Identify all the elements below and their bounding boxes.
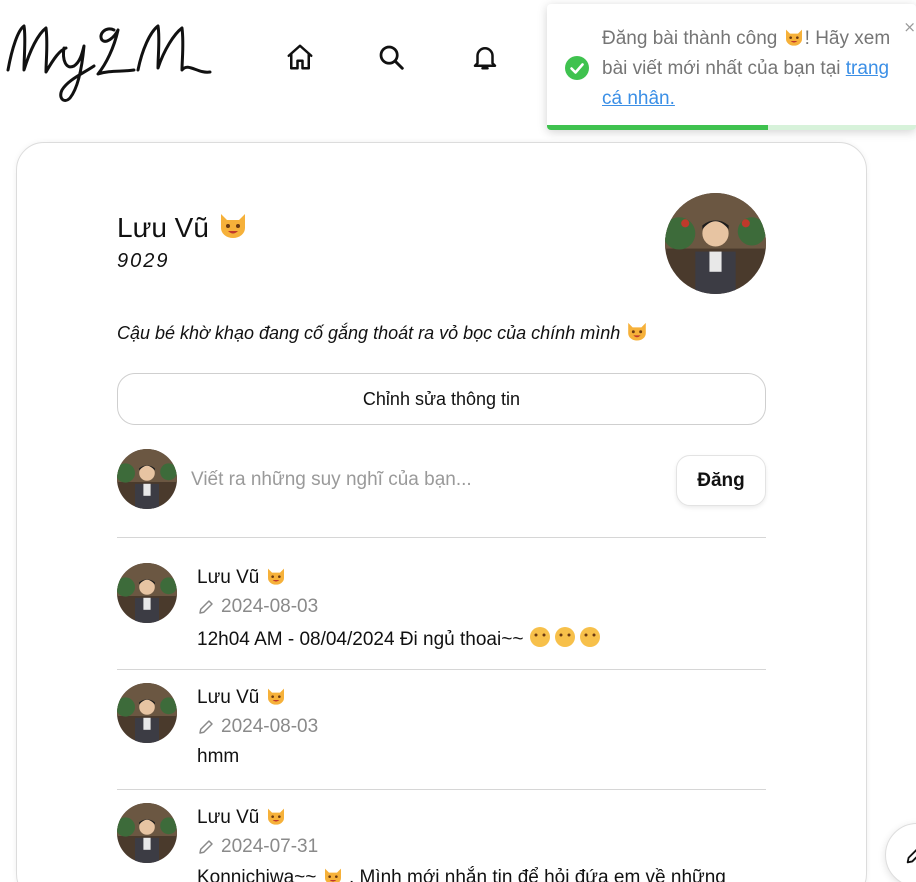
post-author[interactable]: Lưu Vũ <box>197 806 287 829</box>
new-post-fab-button[interactable] <box>885 823 916 882</box>
home-icon <box>287 44 313 70</box>
home-nav-button[interactable] <box>283 40 317 74</box>
post-date: 2024-08-03 <box>197 596 318 618</box>
toast-progress-bar <box>547 125 916 130</box>
success-toast[interactable]: Đăng bài thành công ! Hãy xem bài viết m… <box>547 4 916 130</box>
cat-emoji-icon <box>267 808 284 825</box>
post-button[interactable]: Đăng <box>676 455 766 506</box>
profile-name: Lưu Vũ <box>117 210 249 244</box>
cat-emoji-icon <box>324 868 341 882</box>
pencil-icon <box>199 600 213 614</box>
mylm-logo[interactable] <box>2 8 214 104</box>
bell-icon <box>473 47 497 70</box>
post-author[interactable]: Lưu Vũ <box>197 686 287 709</box>
search-nav-button[interactable] <box>374 40 408 74</box>
post-content: Konnichiwa~~ . Mình mới nhắn tin để hỏi … <box>197 866 726 882</box>
post-content: 12h04 AM - 08/04/2024 Đi ngủ thoai~~ <box>197 626 601 651</box>
pencil-icon <box>906 849 916 864</box>
toast-message: Đăng bài thành công ! Hãy xem bài viết m… <box>602 28 891 109</box>
notifications-nav-button[interactable] <box>468 40 502 74</box>
post-date: 2024-07-31 <box>197 836 318 858</box>
compose-input[interactable] <box>191 463 661 497</box>
profile-bio: Cậu bé khờ khạo đang cố gắng thoát ra vỏ… <box>117 320 649 344</box>
post-date: 2024-08-03 <box>197 716 318 738</box>
cat-emoji-icon <box>267 568 284 585</box>
check-circle-icon <box>565 56 589 80</box>
compose-avatar <box>117 449 177 509</box>
post-author[interactable]: Lưu Vũ <box>197 566 287 589</box>
post-avatar[interactable] <box>117 803 177 863</box>
pencil-icon <box>199 840 213 854</box>
cat-emoji-icon <box>628 322 647 341</box>
profile-avatar[interactable] <box>665 193 766 294</box>
search-icon <box>379 45 404 70</box>
divider <box>117 669 766 670</box>
divider <box>117 537 766 538</box>
profile-username: 9029 <box>117 250 170 272</box>
edit-profile-button[interactable]: Chỉnh sửa thông tin <box>117 373 766 425</box>
cat-emoji-icon <box>785 29 802 46</box>
pencil-icon <box>199 720 213 734</box>
face-emoji-icon <box>529 627 600 647</box>
toast-progress-fill <box>547 125 769 130</box>
post-content: hmm <box>197 746 240 767</box>
toast-close-button[interactable]: × <box>903 18 916 36</box>
divider <box>117 789 766 790</box>
post-avatar[interactable] <box>117 683 177 743</box>
cat-emoji-icon <box>220 214 245 238</box>
post-avatar[interactable] <box>117 563 177 623</box>
cat-emoji-icon <box>267 688 284 705</box>
